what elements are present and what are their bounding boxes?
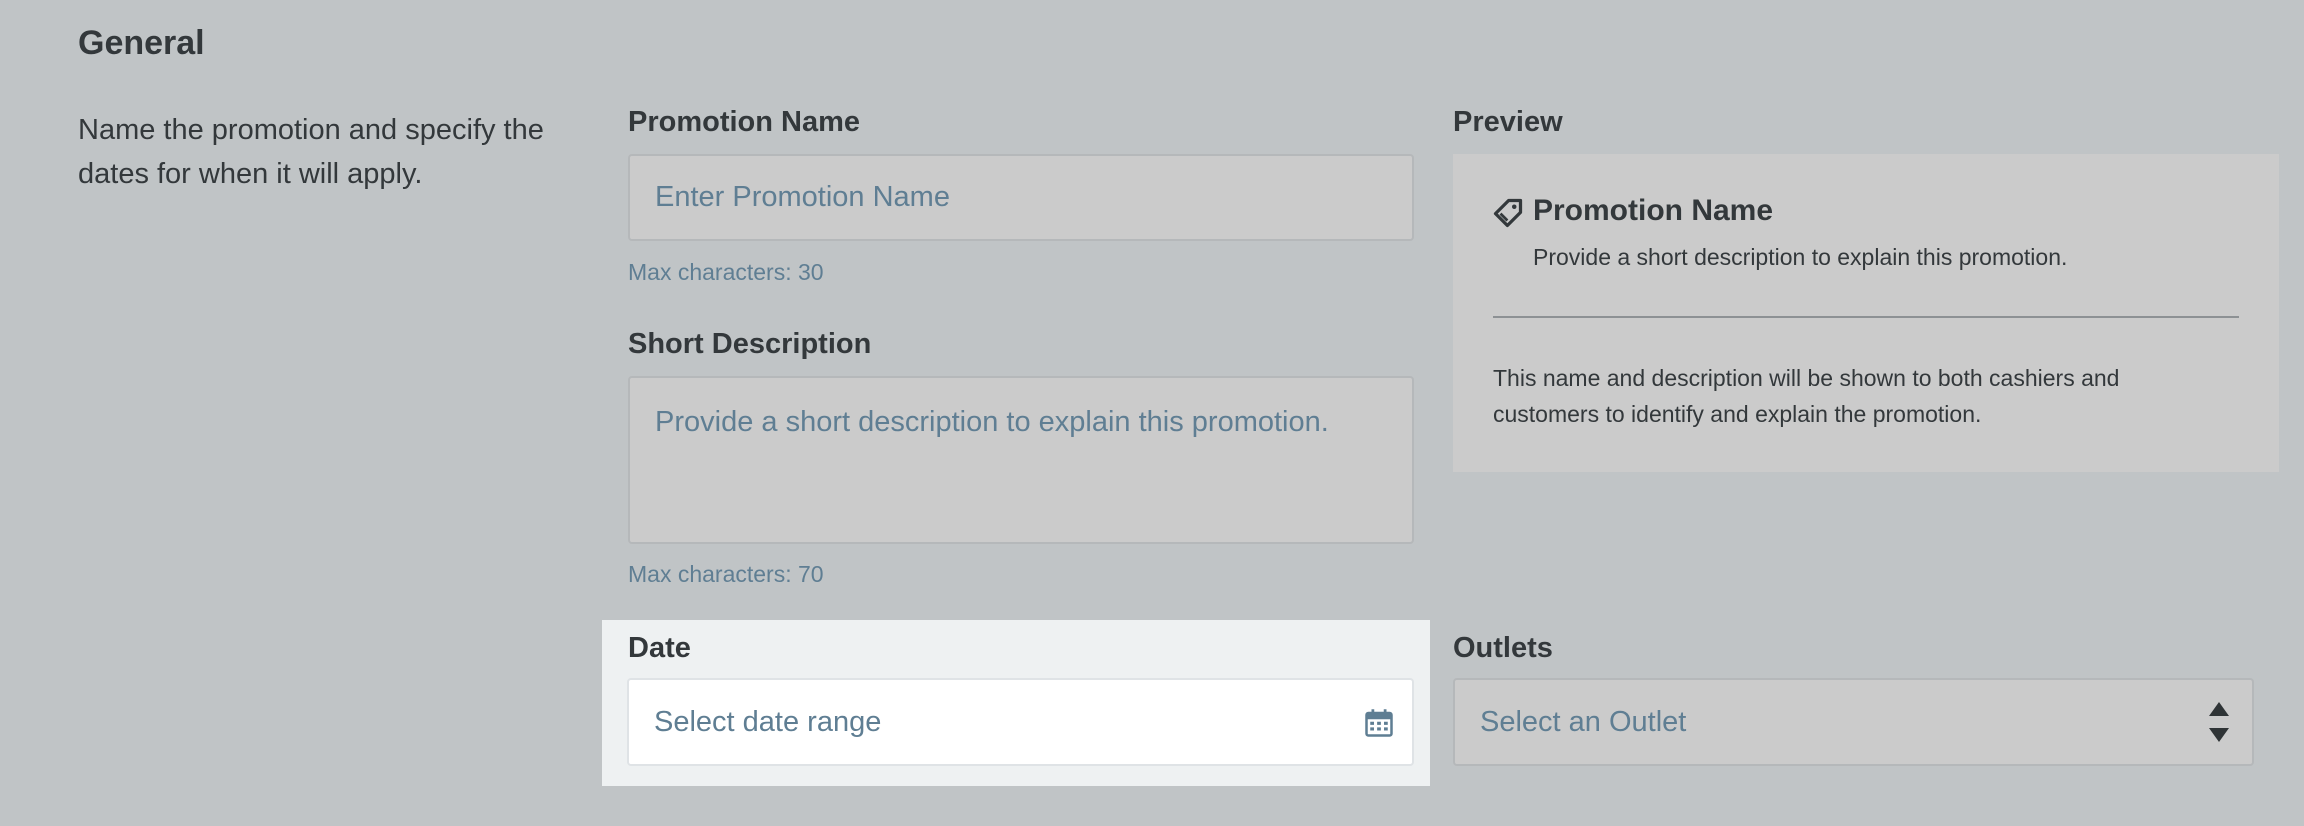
section-title: General (78, 24, 205, 62)
outlet-select-placeholder: Select an Outlet (1480, 706, 1687, 738)
preview-promotion-name: Promotion Name (1533, 194, 1774, 227)
outlets-label: Outlets (1453, 632, 1553, 664)
promotion-name-input[interactable] (655, 156, 1412, 239)
preview-card: Promotion Name Provide a short descripti… (1453, 154, 2279, 472)
preview-short-description: Provide a short description to explain t… (1533, 244, 2068, 270)
promotion-name-label: Promotion Name (628, 106, 861, 138)
preview-note: This name and description will be shown … (1493, 365, 2120, 427)
outlet-select[interactable]: Select an Outlet (1453, 678, 2254, 766)
short-description-hint: Max characters: 70 (628, 561, 824, 587)
section-description: Name the promotion and specify the dates… (78, 114, 544, 190)
date-range-placeholder: Select date range (654, 706, 882, 738)
tag-icon (1493, 198, 1523, 228)
calendar-icon[interactable] (1364, 708, 1394, 738)
date-label: Date (628, 632, 691, 664)
promotion-name-hint: Max characters: 30 (628, 259, 824, 285)
short-description-field[interactable] (628, 376, 1414, 544)
short-description-label: Short Description (628, 328, 872, 360)
preview-divider (1493, 316, 2239, 318)
short-description-textarea[interactable] (655, 404, 1412, 524)
preview-label: Preview (1453, 106, 1563, 138)
date-range-input[interactable]: Select date range (627, 678, 1414, 766)
promotion-name-field[interactable] (628, 154, 1414, 241)
select-arrows-icon (2209, 702, 2229, 742)
